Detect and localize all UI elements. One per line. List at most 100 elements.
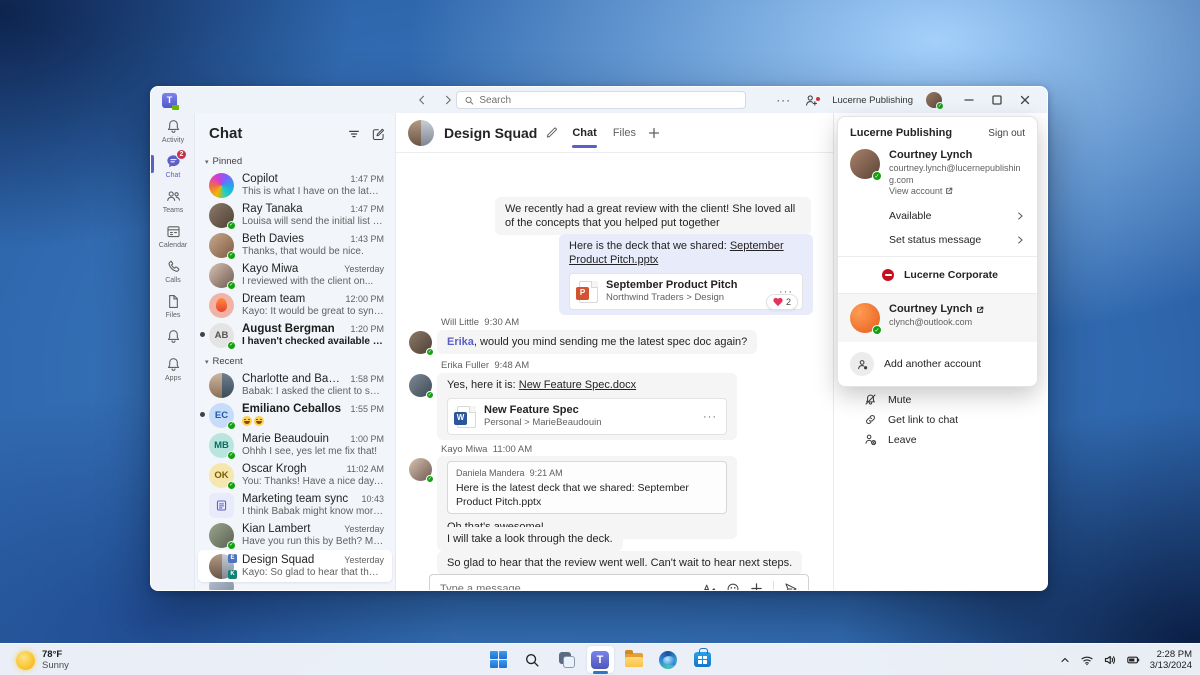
- edit-name-button[interactable]: [545, 126, 558, 139]
- edge-button[interactable]: [655, 646, 682, 673]
- taskbar-clock[interactable]: 2:28 PM 3/13/2024: [1150, 649, 1192, 671]
- attach-plus-button[interactable]: [750, 582, 763, 590]
- message-bubble[interactable]: Yes, here it is: New Feature Spec.docx W…: [437, 373, 737, 440]
- presence-available-icon: ✓: [227, 540, 236, 550]
- new-chat-button[interactable]: [371, 127, 385, 141]
- sign-out-button[interactable]: Sign out: [988, 128, 1025, 139]
- add-tab-button[interactable]: [648, 127, 660, 139]
- window-titlebar: T ··· Lucerne Publishing ✓: [151, 87, 1047, 113]
- option-mute[interactable]: Mute: [864, 393, 911, 406]
- avatar: ✓: [209, 202, 236, 230]
- tray-chevron-up[interactable]: [1059, 654, 1071, 666]
- chat-group-avatar[interactable]: [408, 119, 434, 146]
- availability-menu-item[interactable]: Available: [838, 204, 1037, 228]
- rail-item-calendar[interactable]: Calendar: [151, 218, 195, 253]
- status-message-menu-item[interactable]: Set status message: [838, 228, 1037, 252]
- send-button[interactable]: [784, 582, 798, 590]
- list-item-marie-beaudouin[interactable]: MB ✓ Marie Beaudouin 1:00 PM Ohhh I see, ye…: [198, 430, 392, 460]
- account-avatar: ✓: [850, 303, 882, 335]
- message-bubble[interactable]: I will take a look through the deck.: [437, 527, 623, 551]
- volume-icon[interactable]: [1103, 653, 1117, 667]
- list-item-august-bergman[interactable]: AB ✓ August Bergman 1:20 PM I haven't check…: [198, 320, 392, 350]
- wifi-icon[interactable]: [1080, 653, 1094, 667]
- other-org-item[interactable]: Lucerne Corporate: [838, 261, 1037, 289]
- rail-item-calls[interactable]: Calls: [151, 253, 195, 288]
- list-item-beth-davies[interactable]: ✓ Beth Davies 1:43 PM Thanks, that would b…: [198, 230, 392, 260]
- initials-avatar: OK ✓: [209, 462, 236, 490]
- taskbar-teams-button[interactable]: T: [586, 646, 614, 674]
- file-more-button[interactable]: ···: [703, 410, 717, 424]
- heart-reaction[interactable]: 2: [766, 294, 799, 310]
- option-get-link[interactable]: Get link to chat: [864, 413, 958, 426]
- message-bubble[interactable]: We recently had a great review with the …: [495, 197, 811, 235]
- message-input[interactable]: [440, 582, 702, 590]
- maximize-button[interactable]: [983, 87, 1011, 113]
- mention[interactable]: Erika: [447, 336, 474, 348]
- list-item-charlotte-and-babak[interactable]: Charlotte and Babak 1:58 PM Babak: I asked…: [198, 370, 392, 400]
- file-link[interactable]: New Feature Spec.docx: [519, 379, 636, 391]
- list-item-partial[interactable]: [198, 582, 392, 590]
- file-card-docx[interactable]: W New Feature Spec Personal > MarieBeaud…: [447, 398, 727, 435]
- more-options-button[interactable]: ···: [776, 93, 791, 107]
- search-icon: [465, 96, 474, 104]
- search-box[interactable]: [456, 91, 746, 109]
- back-button[interactable]: [413, 91, 431, 109]
- search-input[interactable]: [479, 94, 738, 106]
- filter-button[interactable]: [347, 127, 361, 141]
- rail-item-extra[interactable]: [151, 323, 195, 351]
- format-button[interactable]: [702, 582, 716, 590]
- start-button[interactable]: [485, 646, 512, 673]
- close-button[interactable]: [1011, 87, 1039, 113]
- calendar-icon: [166, 226, 180, 238]
- tab-files[interactable]: Files: [613, 113, 636, 153]
- message-bubble[interactable]: Erika, would you mind sending me the lat…: [437, 330, 758, 354]
- store-button[interactable]: [689, 646, 716, 673]
- battery-icon[interactable]: [1126, 653, 1141, 667]
- rail-item-files[interactable]: Files: [151, 288, 195, 323]
- avatar: [209, 172, 234, 198]
- task-view-button[interactable]: [553, 646, 580, 673]
- minimize-button[interactable]: [955, 87, 983, 113]
- quoted-message[interactable]: Daniela Mandera 9:21 AM Here is the late…: [447, 461, 727, 514]
- list-item-oscar-krogh[interactable]: OK ✓ Oscar Krogh 11:02 AM You: Thanks! Have…: [198, 460, 392, 490]
- message-bubble[interactable]: So glad to hear that the review went wel…: [437, 551, 803, 575]
- taskbar-weather-widget[interactable]: 78°F Sunny: [10, 644, 75, 675]
- view-account-link[interactable]: View account: [889, 186, 1025, 196]
- emoji-button[interactable]: [726, 582, 740, 590]
- person-gear-icon: [850, 352, 874, 376]
- list-item-dream-team[interactable]: Dream team 12:00 PM Kayo: It would be grea…: [198, 290, 392, 320]
- avatar-erika-fuller[interactable]: ✓: [409, 374, 434, 399]
- rail-item-apps[interactable]: Apps: [151, 351, 195, 386]
- bell-icon: [167, 120, 179, 133]
- list-item-kian-lambert[interactable]: ✓ Kian Lambert Yesterday Have you run this…: [198, 520, 392, 550]
- chevron-right-icon: [1015, 211, 1025, 221]
- file-explorer-button[interactable]: [621, 646, 648, 673]
- taskbar-search-button[interactable]: [519, 646, 546, 673]
- rail-item-activity[interactable]: Activity: [151, 113, 195, 148]
- list-item-marketing-team-sync[interactable]: Marketing team sync 10:43 I think Babak mi…: [198, 490, 392, 520]
- list-item-copilot[interactable]: Copilot 1:47 PM This is what I have on the…: [198, 170, 392, 200]
- option-leave[interactable]: Leave: [864, 433, 917, 446]
- list-item-emiliano-ceballos[interactable]: EC ✓ Emiliano Ceballos 1:55 PM: [198, 400, 392, 430]
- avatar-kayo-miwa[interactable]: ✓: [409, 458, 434, 483]
- avatar-will-little[interactable]: ✓: [409, 331, 434, 356]
- section-pinned[interactable]: ▾ Pinned: [195, 150, 395, 170]
- rail-item-chat[interactable]: 2 Chat: [151, 148, 195, 183]
- list-item-ray-tanaka[interactable]: ✓ Ray Tanaka 1:47 PM Louisa will send the …: [198, 200, 392, 230]
- tab-chat[interactable]: Chat: [572, 113, 598, 153]
- caret-down-icon: ▾: [205, 358, 209, 366]
- avatar: ✓: [209, 262, 236, 290]
- personal-account[interactable]: ✓ Courtney Lynch clynch@outlook.com: [838, 294, 1037, 342]
- rail-item-teams[interactable]: Teams: [151, 183, 195, 218]
- list-item-kayo-miwa[interactable]: ✓ Kayo Miwa Yesterday I reviewed with the …: [198, 260, 392, 290]
- titlebar-avatar[interactable]: ✓: [926, 92, 944, 110]
- invite-people-button[interactable]: [804, 93, 822, 108]
- work-account[interactable]: ✓ Courtney Lynch courtney.lynch@lucernep…: [838, 145, 1037, 204]
- add-account-button[interactable]: Add another account: [838, 342, 1037, 386]
- message-composer[interactable]: [429, 574, 809, 590]
- list-item-design-squad[interactable]: E K Design Squad Yesterday Kayo: So glad t…: [198, 550, 392, 582]
- notification-dot: [815, 95, 822, 102]
- presence-available-icon: ✓: [426, 391, 434, 399]
- section-recent[interactable]: ▾ Recent: [195, 350, 395, 370]
- forward-button[interactable]: [439, 91, 457, 109]
